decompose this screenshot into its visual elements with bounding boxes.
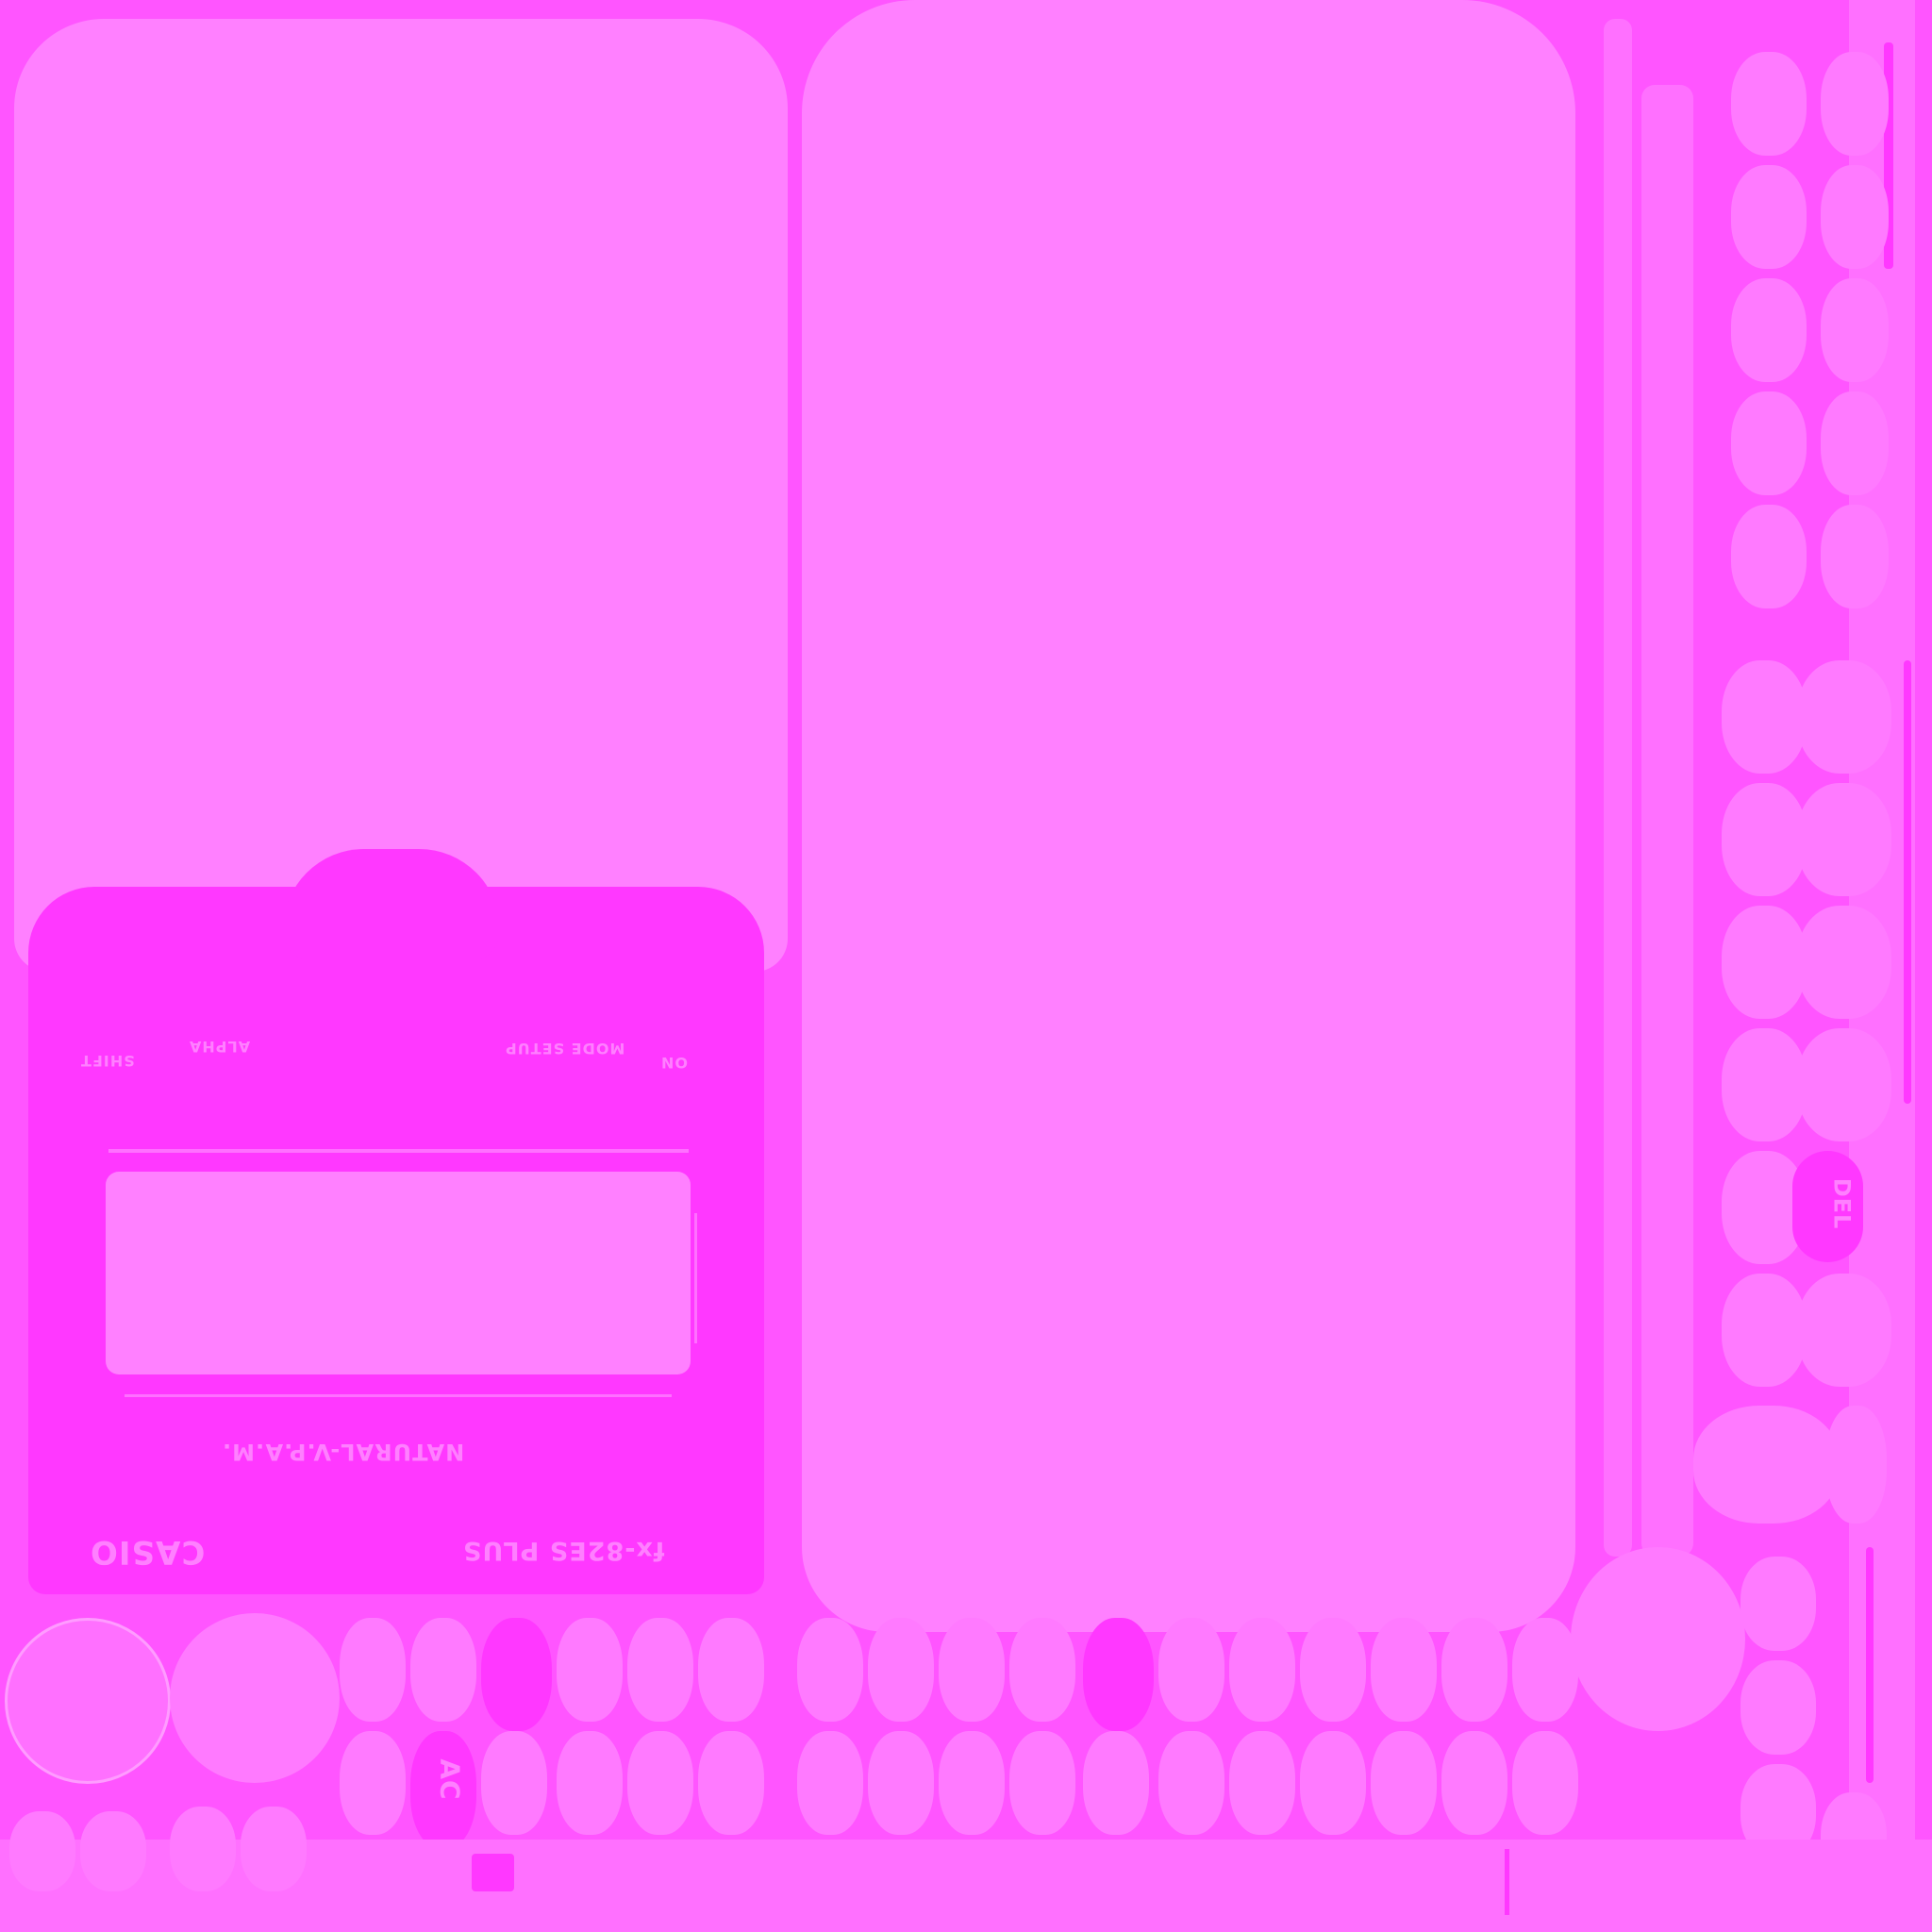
keycap-piece: [1693, 1406, 1840, 1524]
ac-label: AC: [434, 1758, 466, 1801]
keycap-piece: [1722, 660, 1807, 774]
keycap-piece: [9, 1811, 75, 1891]
keycap-piece: [1821, 505, 1889, 608]
top-left-panel: [14, 19, 788, 972]
keycap-piece: [1731, 165, 1807, 269]
keycap-piece: [1731, 505, 1807, 608]
keycap-piece: [1740, 1557, 1816, 1651]
right-highlight-bar-c: [1866, 1547, 1874, 1783]
keycap-piece: [1740, 1660, 1816, 1755]
keycap-piece: [1731, 391, 1807, 495]
keycap-piece: [1722, 1028, 1807, 1141]
keycap-piece: [627, 1618, 693, 1722]
keycap-piece: [241, 1807, 307, 1891]
keycap-piece: [80, 1811, 146, 1891]
keycap-piece: [1797, 660, 1891, 774]
keycap-piece: [1722, 1274, 1807, 1387]
keycap-piece: [1441, 1618, 1507, 1722]
keycap-piece: [1797, 1274, 1891, 1387]
keycap-piece: [481, 1731, 547, 1835]
keycap-piece: [1722, 783, 1807, 896]
keycap-piece: [1797, 783, 1891, 896]
keycap-piece: [557, 1731, 623, 1835]
keycap-piece: [1158, 1618, 1224, 1722]
right-strip-a: [1604, 19, 1632, 1557]
faceplate-top-bump: [283, 849, 500, 962]
del-label: DEL: [1828, 1177, 1856, 1230]
keycap-piece: [1731, 52, 1807, 156]
round-key: [170, 1613, 340, 1783]
keycap-piece: [1722, 906, 1807, 1019]
keycap-piece: [170, 1807, 236, 1891]
keycap-piece: [797, 1618, 863, 1722]
on-label: ON: [660, 1054, 688, 1072]
keycap-piece: [1009, 1731, 1075, 1835]
keycap-piece: [1300, 1618, 1366, 1722]
tagline-text: NATURAL-V.P.A.M.: [222, 1439, 465, 1465]
keycap-piece: [1797, 1028, 1891, 1141]
keycap-piece: [1512, 1618, 1578, 1722]
keycap-piece: [1158, 1731, 1224, 1835]
texture-atlas: CASIO fx-82ES PLUS NATURAL-V.P.A.M. SHIF…: [0, 0, 1932, 1932]
keycap-piece: [1229, 1731, 1295, 1835]
right-strip-b: [1641, 85, 1693, 1557]
right-highlight-bar-b: [1904, 660, 1911, 1104]
keycap-piece: [627, 1731, 693, 1835]
keycap-piece: [1825, 1406, 1887, 1524]
keycap-piece: [410, 1618, 476, 1722]
highlight-keycap: [1083, 1618, 1154, 1731]
keycap-piece: [1371, 1618, 1437, 1722]
keycap-piece: [797, 1731, 863, 1835]
keycap-piece: [340, 1731, 406, 1835]
keycap-piece: [1731, 278, 1807, 382]
highlight-chip: [1505, 1849, 1509, 1915]
alpha-label: ALPHA: [189, 1038, 251, 1056]
keycap-piece: [939, 1618, 1005, 1722]
shift-label: SHIFT: [80, 1052, 135, 1070]
model-text: fx-82ES PLUS: [462, 1536, 665, 1565]
keycap-piece: [1821, 52, 1889, 156]
screen-side-line: [694, 1213, 697, 1343]
keycap-piece: [1821, 165, 1889, 269]
keycap-piece: [1083, 1731, 1149, 1835]
outlined-round-key: [5, 1618, 171, 1784]
keycap-piece: [698, 1618, 764, 1722]
large-round-key: [1571, 1547, 1745, 1731]
keycap-piece: [1009, 1618, 1075, 1722]
brand-text: CASIO: [90, 1533, 206, 1571]
display-window: [106, 1172, 691, 1374]
keycap-piece: [1512, 1731, 1578, 1835]
keycap-piece: [939, 1731, 1005, 1835]
keycap-piece: [1300, 1731, 1366, 1835]
keycap-piece: [1797, 906, 1891, 1019]
screen-lower-line: [125, 1394, 672, 1397]
keycap-piece: [1229, 1618, 1295, 1722]
keycap-piece: [868, 1731, 934, 1835]
center-panel: [802, 0, 1575, 1632]
keycap-piece: [557, 1618, 623, 1722]
keycap-piece: [340, 1618, 406, 1722]
keycap-piece: [1441, 1731, 1507, 1835]
highlight-keycap: [481, 1618, 552, 1731]
screen-upper-line: [108, 1149, 689, 1153]
highlight-chip: [472, 1854, 514, 1891]
keycap-piece: [698, 1731, 764, 1835]
keycap-piece: [1821, 391, 1889, 495]
keycap-piece: [1371, 1731, 1437, 1835]
keycap-piece: [1821, 278, 1889, 382]
keycap-piece: [868, 1618, 934, 1722]
mode-setup-label: MODE SETUP: [505, 1040, 625, 1058]
